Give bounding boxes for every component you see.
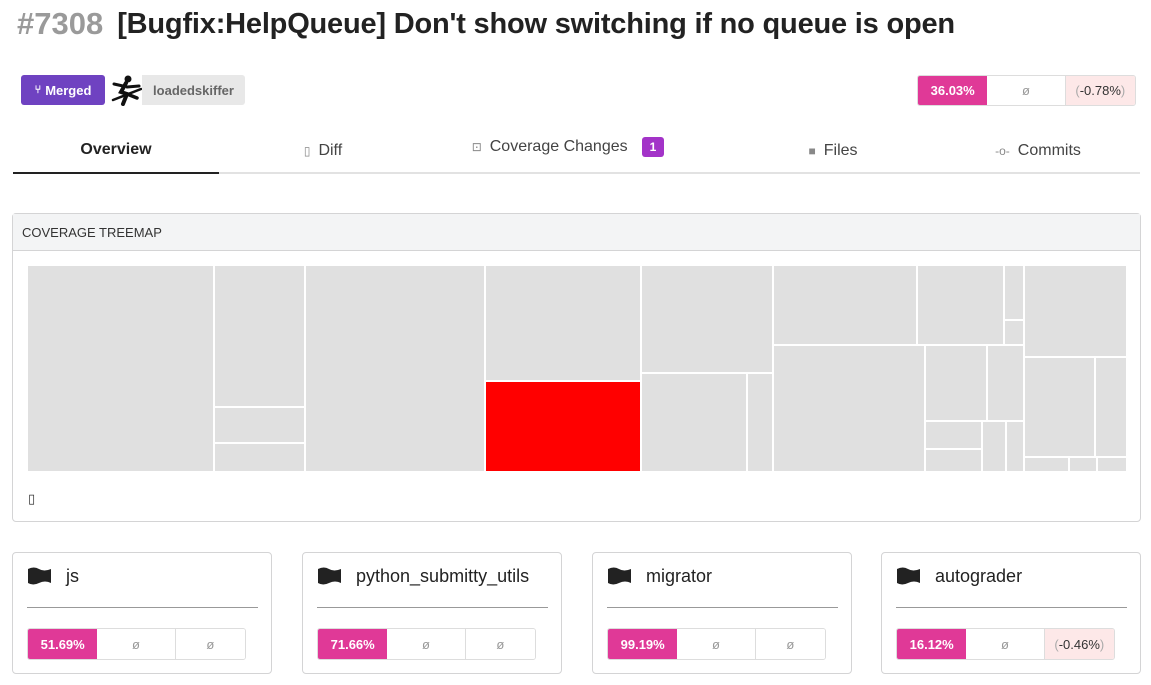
- treemap-cell[interactable]: [213, 442, 306, 472]
- treemap-cell[interactable]: [924, 448, 983, 472]
- tab-coverage-changes[interactable]: ⊡ Coverage Changes 1: [453, 124, 683, 170]
- flag-card-js: js 51.69% ø ø: [12, 552, 272, 674]
- treemap-cell[interactable]: [1068, 456, 1098, 472]
- flag-icon: [897, 567, 920, 585]
- tab-bar: Overview ▯ Diff ⊡ Coverage Changes 1 ■ F…: [13, 128, 1140, 174]
- flag-coverage-percent: 51.69%: [28, 629, 98, 659]
- flag-name[interactable]: autograder: [935, 566, 1022, 587]
- flag-name[interactable]: js: [66, 566, 79, 587]
- treemap-cell[interactable]: [1023, 265, 1127, 358]
- flag-coverage-value: ø: [677, 629, 756, 659]
- divider: [317, 607, 548, 608]
- coverage-summary: 36.03% ø (-0.78%): [917, 75, 1136, 106]
- flag-icon: [28, 567, 51, 585]
- treemap-cell[interactable]: [304, 265, 486, 472]
- flag-icon: [608, 567, 631, 585]
- flag-coverage-change: (-0.46%): [1044, 629, 1114, 659]
- treemap-cell[interactable]: [1003, 319, 1025, 346]
- treemap-cell[interactable]: [1094, 356, 1127, 458]
- treemap-cell[interactable]: [640, 265, 774, 374]
- flag-coverage-percent: 99.19%: [608, 629, 678, 659]
- treemap-cell[interactable]: [213, 265, 306, 408]
- flag-coverage-value: ø: [97, 629, 176, 659]
- flag-card-migrator: migrator 99.19% ø ø: [592, 552, 852, 674]
- avatar[interactable]: [111, 74, 143, 106]
- treemap-cell[interactable]: [1023, 456, 1070, 472]
- tab-commits[interactable]: -o- Commits: [973, 128, 1103, 174]
- treemap-cell[interactable]: [986, 344, 1025, 422]
- treemap-cell[interactable]: [1005, 420, 1025, 472]
- flag-coverage-change: ø: [755, 629, 825, 659]
- book-icon[interactable]: ▯: [28, 491, 35, 507]
- treemap-cell[interactable]: [916, 265, 1005, 346]
- treemap-cell[interactable]: [924, 344, 988, 422]
- treemap-title: COVERAGE TREEMAP: [13, 214, 1140, 251]
- treemap-cell[interactable]: [772, 344, 926, 472]
- coverage-treemap[interactable]: [27, 265, 1127, 472]
- tab-files[interactable]: ■ Files: [778, 128, 888, 174]
- folder-icon: ■: [808, 144, 816, 158]
- divider: [896, 607, 1127, 608]
- merge-icon: ⑂: [34, 84, 42, 96]
- flag-coverage-percent: 71.66%: [318, 629, 388, 659]
- treemap-cell[interactable]: [213, 406, 306, 444]
- flag-coverage: 16.12% ø (-0.46%): [896, 628, 1115, 660]
- merged-status-badge: ⑂ Merged: [21, 75, 105, 105]
- treemap-cell[interactable]: [772, 265, 918, 346]
- flag-coverage-change: ø: [465, 629, 535, 659]
- flag-card-autograder: autograder 16.12% ø (-0.46%): [881, 552, 1141, 674]
- flag-coverage: 71.66% ø ø: [317, 628, 536, 660]
- treemap-cell[interactable]: [1023, 356, 1096, 458]
- divider: [607, 607, 838, 608]
- tab-overview[interactable]: Overview: [13, 128, 219, 174]
- coverage-change-value: -0.78%: [1079, 83, 1121, 98]
- file-diff-icon: ▯: [303, 144, 311, 158]
- pr-title: [Bugfix:HelpQueue] Don't show switching …: [117, 7, 955, 40]
- author-username[interactable]: loadedskiffer: [142, 75, 245, 105]
- coverage-treemap-card: COVERAGE TREEMAP ▯: [12, 213, 1141, 522]
- divider: [27, 607, 258, 608]
- treemap-cell[interactable]: [484, 265, 642, 382]
- treemap-cell[interactable]: [27, 265, 215, 472]
- flag-name[interactable]: migrator: [646, 566, 712, 587]
- flag-name[interactable]: python_submitty_utils: [356, 566, 529, 587]
- treemap-cell[interactable]: [1096, 456, 1127, 472]
- treemap-cell[interactable]: [981, 420, 1007, 472]
- tab-diff[interactable]: ▯ Diff: [263, 128, 383, 174]
- status-label: Merged: [45, 82, 92, 98]
- flag-coverage: 51.69% ø ø: [27, 628, 246, 660]
- treemap-cell[interactable]: [924, 420, 983, 450]
- coverage-changes-count: 1: [641, 137, 665, 157]
- treemap-cell-changed[interactable]: [484, 380, 642, 472]
- commit-icon: -o-: [995, 144, 1010, 158]
- flag-coverage-change: ø: [175, 629, 245, 659]
- flag-coverage: 99.19% ø ø: [607, 628, 826, 660]
- coverage-empty-value: ø: [987, 76, 1066, 105]
- flag-icon: [318, 567, 341, 585]
- pr-number: #7308: [17, 6, 104, 41]
- flag-coverage-value: ø: [966, 629, 1045, 659]
- page-title: #7308 [Bugfix:HelpQueue] Don't show swit…: [17, 4, 955, 44]
- target-icon: ⊡: [471, 140, 482, 154]
- coverage-percent: 36.03%: [918, 76, 988, 105]
- flag-coverage-value: ø: [387, 629, 466, 659]
- treemap-cell[interactable]: [640, 372, 748, 472]
- flag-coverage-percent: 16.12%: [897, 629, 967, 659]
- coverage-change: (-0.78%): [1065, 76, 1135, 105]
- flag-card-python-submitty-utils: python_submitty_utils 71.66% ø ø: [302, 552, 562, 674]
- treemap-cell[interactable]: [746, 372, 774, 472]
- treemap-cell[interactable]: [1003, 265, 1025, 321]
